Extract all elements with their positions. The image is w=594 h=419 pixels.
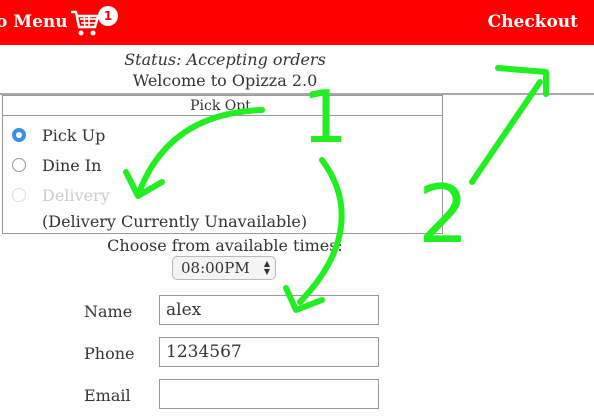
pick-options-legend: Pick Opt xyxy=(190,98,251,114)
cart-icon[interactable] xyxy=(70,8,100,38)
radio-delivery xyxy=(12,188,26,202)
cart-count-badge: 1 xyxy=(98,6,118,26)
select-arrows-icon: ▲ ▼ xyxy=(263,259,270,276)
name-label: Name xyxy=(84,302,133,321)
time-select-value: 08:00PM xyxy=(181,259,250,277)
radio-dine-in[interactable] xyxy=(12,158,26,172)
option-dine-in[interactable]: Dine In xyxy=(12,154,101,176)
phone-label: Phone xyxy=(84,344,135,363)
email-input[interactable] xyxy=(159,379,379,409)
checkout-link[interactable]: Checkout xyxy=(488,12,578,32)
status-text: Status: Accepting orders xyxy=(124,50,326,69)
option-pick-up[interactable]: Pick Up xyxy=(12,124,105,146)
email-label: Email xyxy=(84,386,131,405)
annotation-arrowhead-2 xyxy=(495,65,549,97)
option-delivery-label: Delivery xyxy=(42,185,110,205)
option-pick-up-label: Pick Up xyxy=(42,125,106,145)
legend-divider xyxy=(2,115,443,116)
time-label: Choose from available times: xyxy=(107,236,343,255)
delivery-unavailable-note: (Delivery Currently Unavailable) xyxy=(42,212,308,231)
radio-pick-up[interactable] xyxy=(12,128,26,142)
option-dine-in-label: Dine In xyxy=(42,155,102,175)
time-select[interactable]: 08:00PM ▲ ▼ xyxy=(172,256,276,280)
phone-input[interactable]: 1234567 xyxy=(159,337,379,367)
option-delivery: Delivery xyxy=(12,184,110,206)
menu-link[interactable]: o Menu xyxy=(0,12,68,32)
annotation-arrow-2 xyxy=(469,79,543,185)
name-input[interactable]: alex xyxy=(159,295,379,325)
welcome-text: Welcome to Opizza 2.0 xyxy=(132,71,318,90)
